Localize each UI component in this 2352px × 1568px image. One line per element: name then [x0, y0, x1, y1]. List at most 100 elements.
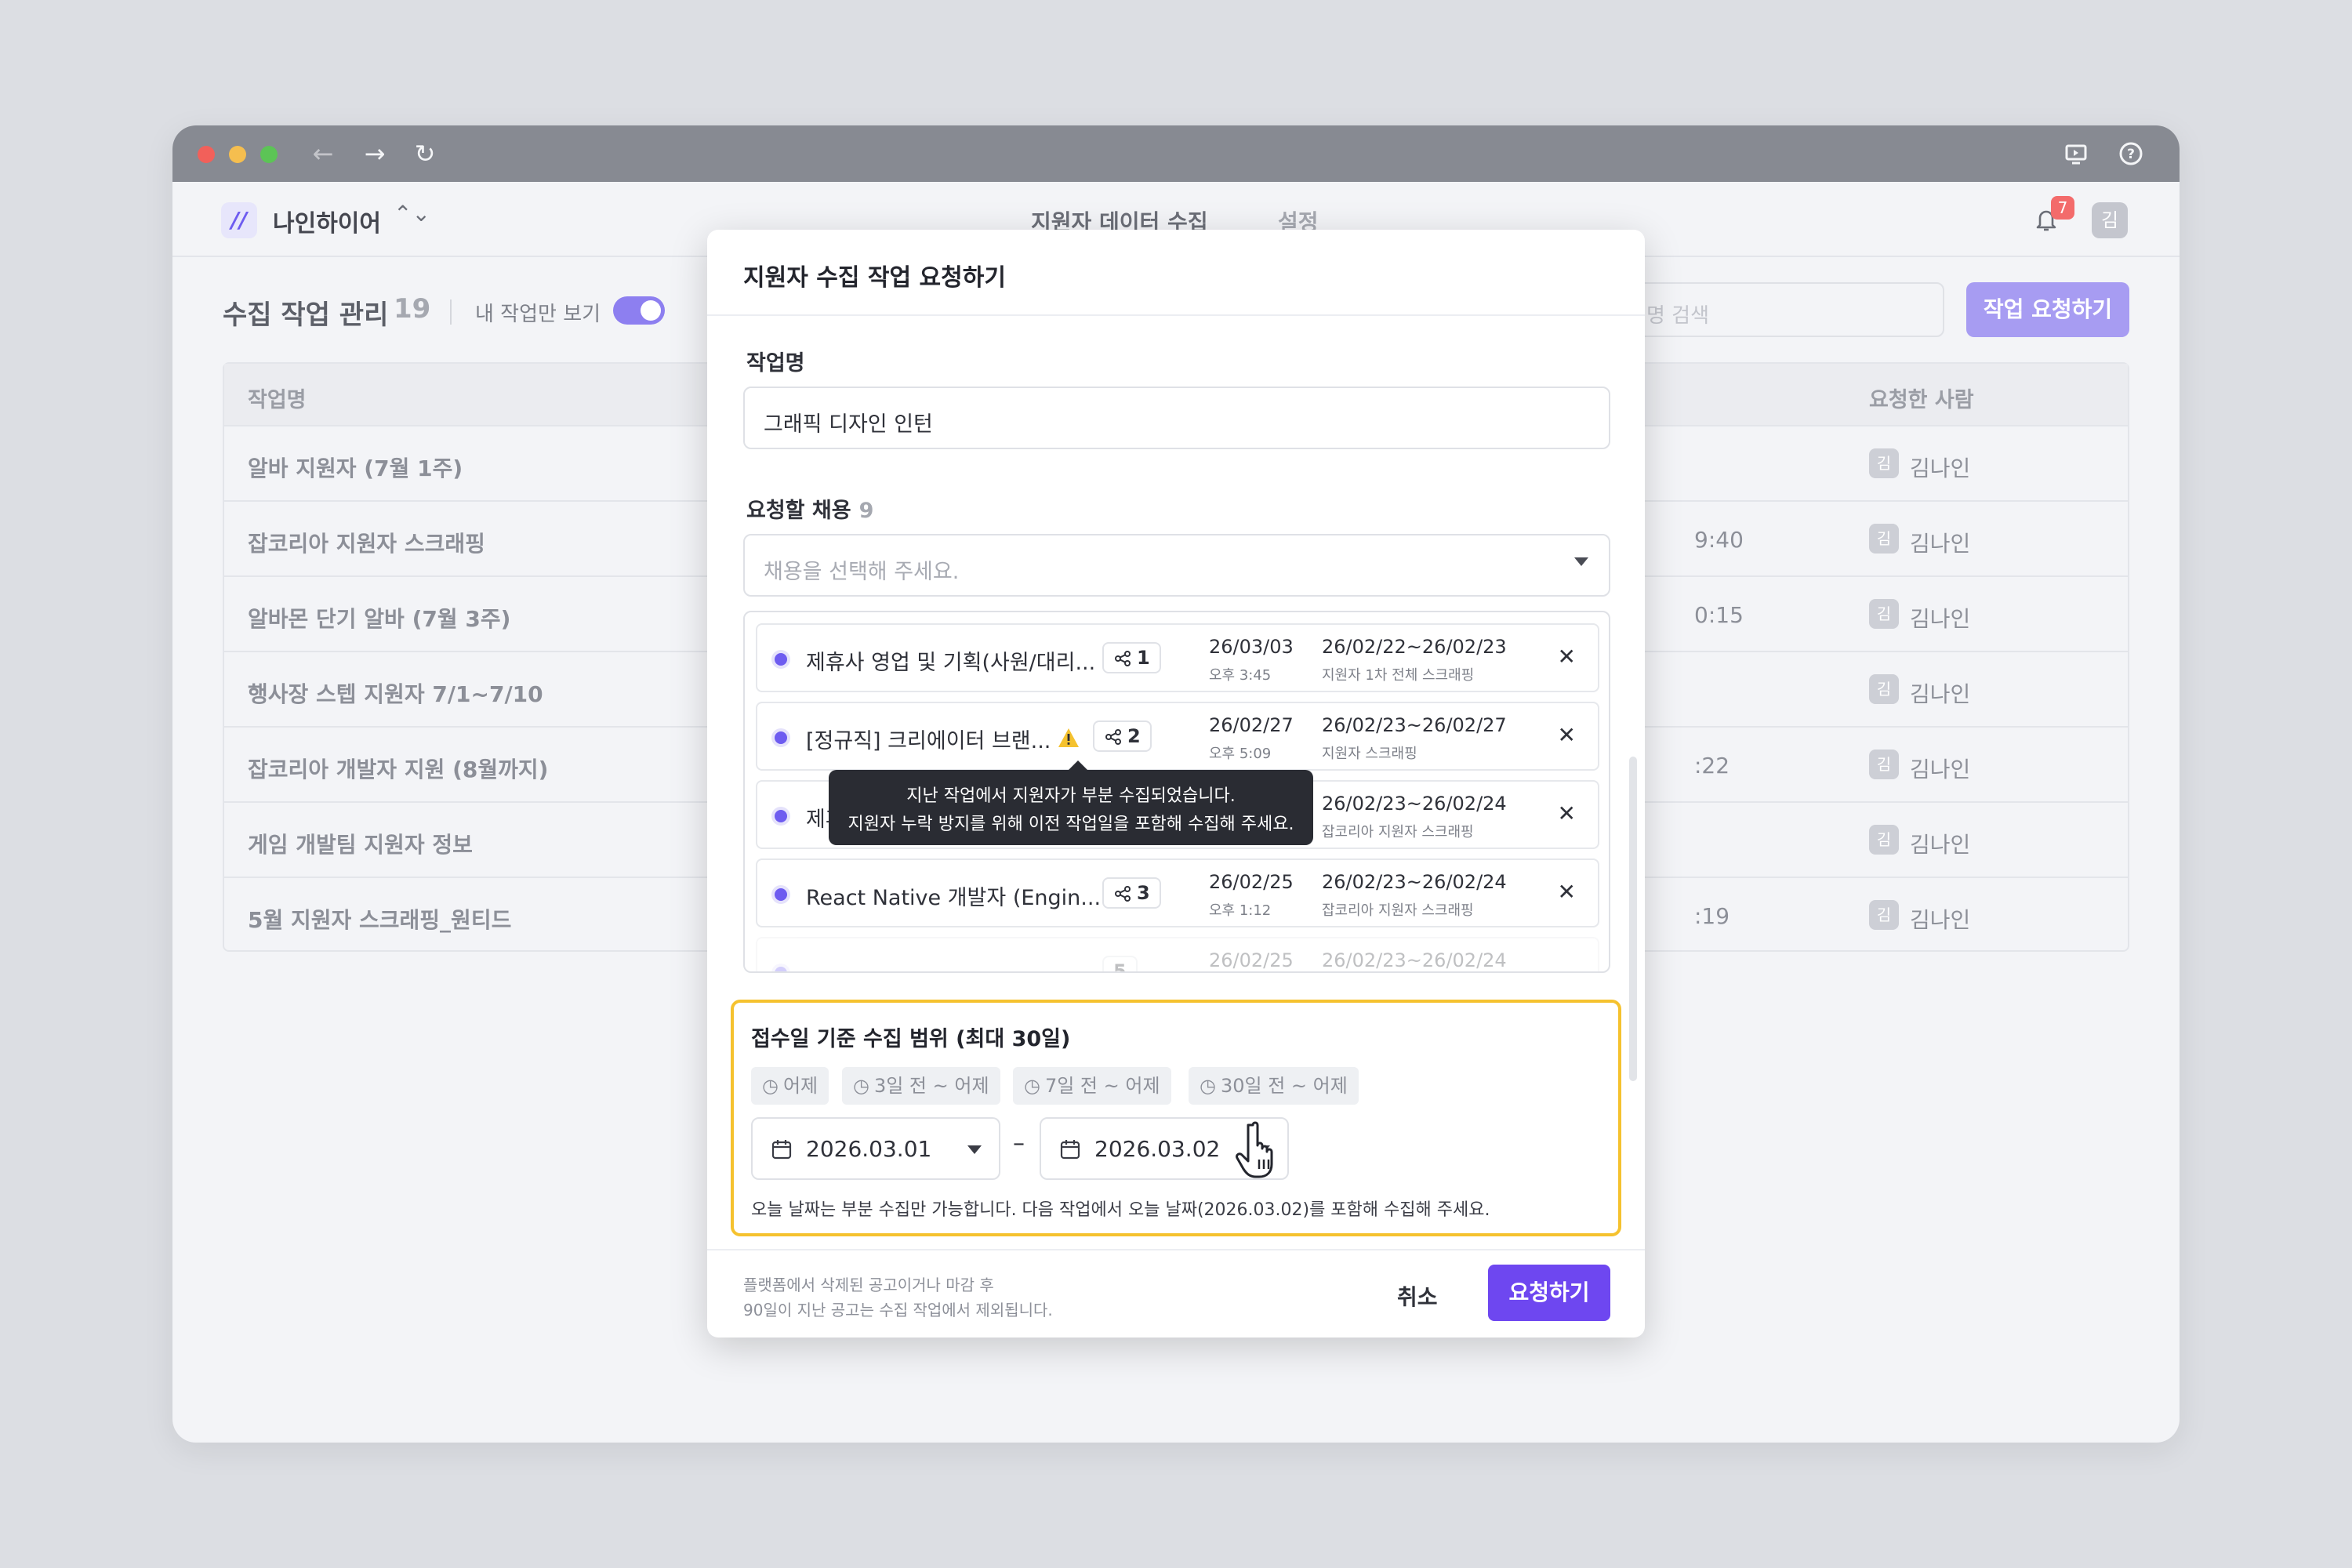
footer-note-line-2: 90일이 지난 공고는 수집 작업에서 제외됩니다. — [743, 1301, 1053, 1319]
avatar: 김 — [1869, 900, 1899, 930]
list-item[interactable]: React Native 개발자 (Engin... 3 26/02/25 오후… — [756, 858, 1599, 927]
share-count-button[interactable]: 5 — [1102, 956, 1138, 973]
back-arrow-icon[interactable]: ← — [307, 138, 339, 169]
reload-icon[interactable]: ↻ — [409, 138, 441, 169]
share-count-button[interactable]: 1 — [1102, 642, 1161, 673]
share-count-button[interactable]: 3 — [1102, 877, 1161, 909]
list-item[interactable]: 제휴사 영업 및 기획(사원/대리... 1 26/03/03 오후 3:45 … — [756, 623, 1599, 692]
status-dot-icon — [775, 731, 787, 744]
hire-source: 지원자 스크래핑 — [1322, 746, 1417, 762]
avatar: 김 — [1869, 448, 1899, 478]
avatar: 김 — [1869, 599, 1899, 629]
hire-name: [정규직] 크리에이터 브랜... — [806, 729, 1051, 753]
help-icon[interactable]: ? — [2115, 138, 2147, 169]
forward-arrow-icon[interactable]: → — [359, 138, 390, 169]
job-name-value: 그래픽 디자인 인턴 — [764, 412, 933, 437]
hire-time: 오후 1:12 — [1209, 902, 1272, 919]
start-date-value: 2026.03.01 — [806, 1136, 932, 1162]
minimize-window-button[interactable] — [229, 146, 246, 163]
logo-icon: // — [221, 202, 257, 238]
requester-name: 김나인 — [1910, 681, 1971, 707]
share-count: 5 — [1113, 960, 1127, 973]
chevron-down-icon — [1574, 557, 1588, 566]
hire-date: 26/02/27 — [1209, 714, 1294, 736]
list-item[interactable]: [정규직] 크리에이터 브랜... 2 26/02/27 오후 5:09 26/… — [756, 702, 1599, 771]
hire-time: 오후 3:45 — [1209, 667, 1272, 684]
preset-30days[interactable]: ◷ 30일 전 ~ 어제 — [1189, 1067, 1359, 1105]
job-name-input[interactable]: 그래픽 디자인 인턴 — [743, 387, 1610, 449]
request-task-button[interactable]: 작업 요청하기 — [1966, 282, 2129, 337]
requester-name: 김나인 — [1910, 531, 1971, 557]
share-count: 1 — [1137, 647, 1150, 669]
page-title: 수집 작업 관리 — [223, 299, 389, 331]
hire-select-placeholder: 채용을 선택해 주세요. — [764, 560, 960, 584]
hire-source: 잡코리아 지원자 스크래핑 — [1322, 902, 1474, 919]
remove-icon[interactable]: ✕ — [1558, 800, 1576, 826]
share-count: 3 — [1137, 882, 1150, 904]
job-name-label: 작업명 — [746, 351, 805, 376]
submit-button[interactable]: 요청하기 — [1488, 1265, 1610, 1321]
maximize-window-button[interactable] — [260, 146, 278, 163]
warning-icon[interactable] — [1057, 727, 1080, 752]
hire-count: 9 — [858, 499, 874, 523]
hand-cursor-icon — [1236, 1119, 1290, 1185]
status-dot-icon — [775, 810, 787, 822]
search-placeholder: 명 검색 — [1646, 304, 1710, 328]
avatar: 김 — [1869, 674, 1899, 704]
remove-icon[interactable]: ✕ — [1558, 644, 1576, 670]
hire-date: 26/02/25 — [1209, 871, 1294, 893]
start-date-picker[interactable]: 2026.03.01 — [751, 1117, 1000, 1180]
mine-only-label: 내 작업만 보기 — [475, 303, 601, 326]
request-task-modal: 지원자 수집 작업 요청하기 작업명 그래픽 디자인 인턴 요청할 채용 9 채용… — [707, 230, 1645, 1338]
notification-badge: 7 — [2051, 196, 2074, 220]
hire-date: 26/02/25 — [1209, 949, 1294, 971]
requester-name: 김나인 — [1910, 907, 1971, 933]
hire-range: 26/02/23~26/02/24 — [1322, 949, 1507, 971]
cancel-button[interactable]: 취소 — [1397, 1280, 1438, 1312]
footer-note-line-1: 플랫폼에서 삭제된 공고이거나 마감 후 — [743, 1276, 994, 1294]
remove-icon[interactable]: ✕ — [1558, 879, 1576, 905]
tooltip-line-1: 지난 작업에서 지원자가 부분 수집되었습니다. — [906, 786, 1236, 806]
range-title: 접수일 기준 수집 범위 (최대 30일) — [751, 1027, 1071, 1051]
chevron-down-icon — [967, 1145, 982, 1154]
close-window-button[interactable] — [198, 146, 215, 163]
column-header-requester[interactable]: 요청한 사람 — [1869, 383, 1974, 413]
preset-3days[interactable]: ◷ 3일 전 ~ 어제 — [842, 1067, 1000, 1105]
user-avatar[interactable]: 김 — [2092, 202, 2128, 238]
task-time: :19 — [1694, 903, 1730, 929]
page-count: 19 — [394, 293, 431, 325]
org-name[interactable]: 나인하이어 — [273, 204, 381, 238]
task-name: 알바몬 단기 알바 (7월 3주) — [248, 606, 511, 632]
requester-name: 김나인 — [1910, 757, 1971, 782]
calendar-icon — [1058, 1138, 1082, 1164]
list-item[interactable]: 5 26/02/25 26/02/23~26/02/24 — [756, 937, 1599, 973]
warning-tooltip: 지난 작업에서 지원자가 부분 수집되었습니다. 지원자 누락 방지를 위해 이… — [829, 760, 1313, 845]
preset-label: 7일 전 ~ 어제 — [1044, 1075, 1160, 1097]
avatar: 김 — [1869, 750, 1899, 779]
remove-icon[interactable]: ✕ — [1558, 722, 1576, 748]
screen-share-icon[interactable] — [2060, 138, 2092, 169]
org-switch-chevron-icon[interactable]: ⌃⌄ — [394, 201, 430, 227]
collection-range-panel: 접수일 기준 수집 범위 (최대 30일) ◷ 어제 ◷ 3일 전 ~ 어제 ◷ 7일… — [731, 1000, 1621, 1236]
hire-time: 오후 5:09 — [1209, 746, 1272, 762]
modal-scrollbar[interactable] — [1629, 757, 1637, 1081]
hire-source: 지원자 1차 전체 스크래핑 — [1322, 667, 1475, 684]
column-header-name[interactable]: 작업명 — [248, 383, 307, 413]
hire-range: 26/02/22~26/02/23 — [1322, 636, 1507, 658]
preset-yesterday[interactable]: ◷ 어제 — [751, 1067, 829, 1105]
clock-icon: ◷ — [1024, 1075, 1040, 1097]
mine-only-toggle[interactable] — [613, 296, 665, 325]
status-dot-icon — [775, 653, 787, 666]
preset-label: 30일 전 ~ 어제 — [1220, 1075, 1348, 1097]
status-dot-icon — [775, 888, 787, 901]
hire-source: 잡코리아 지원자 스크래핑 — [1322, 824, 1474, 840]
share-count: 2 — [1127, 725, 1141, 747]
preset-7days[interactable]: ◷ 7일 전 ~ 어제 — [1013, 1067, 1171, 1105]
share-icon — [1115, 651, 1131, 666]
hire-label-text: 요청할 채용 — [746, 499, 851, 523]
calendar-icon — [770, 1138, 793, 1164]
share-count-button[interactable]: 2 — [1093, 720, 1152, 752]
hire-range: 26/02/23~26/02/24 — [1322, 871, 1507, 893]
hire-name: 제휴사 영업 및 기획(사원/대리... — [806, 651, 1096, 675]
hire-select[interactable]: 채용을 선택해 주세요. — [743, 534, 1610, 597]
